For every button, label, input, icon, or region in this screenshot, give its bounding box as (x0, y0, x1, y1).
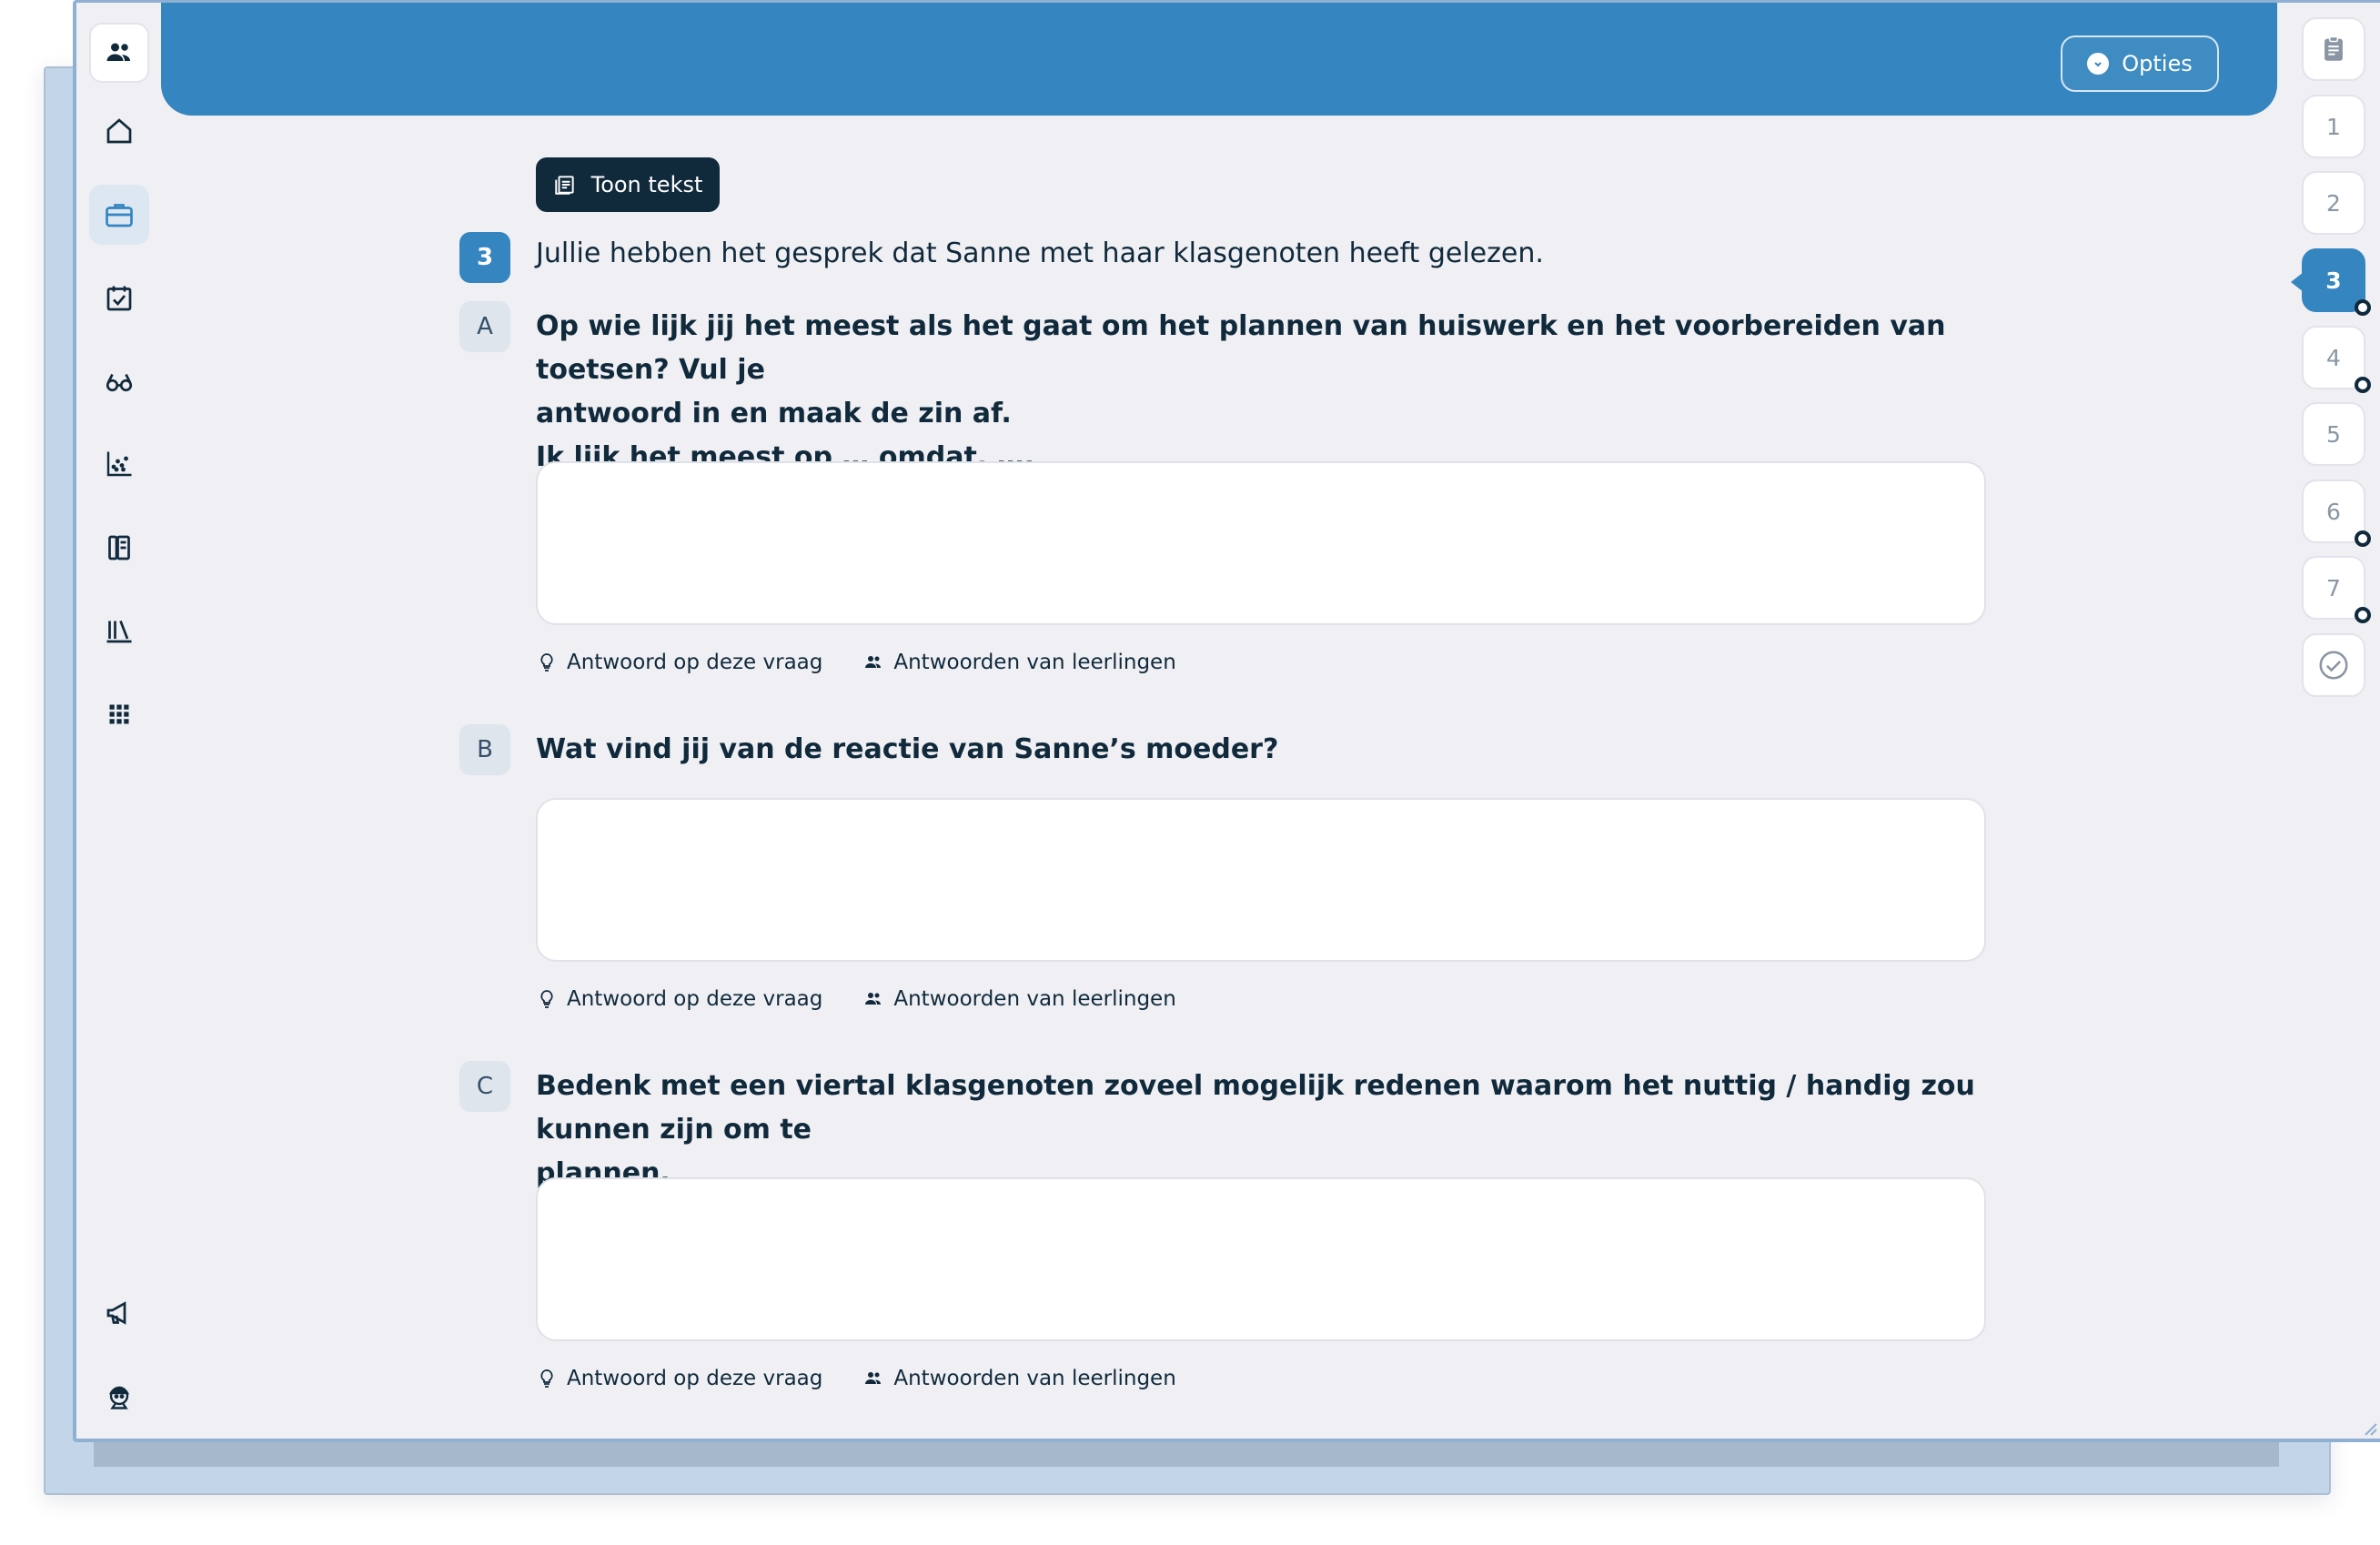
nav-label: 4 (2326, 344, 2341, 371)
model-answer-label: Antwoord op deze vraag (567, 1367, 823, 1390)
briefcase-button[interactable] (89, 185, 149, 245)
answer-input-b[interactable] (536, 798, 1986, 962)
lightbulb-icon (540, 653, 553, 672)
avatar-icon (109, 1386, 129, 1409)
nav-label: 7 (2326, 574, 2341, 601)
home-button[interactable] (89, 101, 149, 161)
library-icon (106, 621, 132, 643)
question-b-text: Wat vind jij van de reactie van Sanne’s … (536, 728, 1992, 772)
calendar-check-icon (106, 286, 132, 311)
nav-question-2[interactable]: 2 (2302, 171, 2365, 235)
model-answer-link[interactable]: Antwoord op deze vraag (536, 1367, 822, 1390)
people-icon (865, 656, 882, 668)
text-document-icon (554, 176, 574, 195)
briefcase-icon (106, 204, 133, 227)
glasses-button[interactable] (89, 351, 149, 411)
answer-input-c[interactable] (536, 1177, 1986, 1341)
apps-button[interactable] (89, 684, 149, 744)
lightbulb-icon (540, 990, 553, 1008)
question-b-links: Antwoord op deze vraag Antwoorden van le… (536, 987, 1176, 1011)
lightbulb-icon (540, 1369, 553, 1388)
nav-question-3[interactable]: 3 (2291, 248, 2371, 316)
question-c-text: Bedenk met een viertal klasgenoten zovee… (536, 1065, 1992, 1196)
glasses-icon (106, 373, 133, 392)
question-line: Op wie lijk jij het meest als het gaat o… (536, 310, 1946, 386)
library-button[interactable] (89, 601, 149, 661)
question-a-text: Op wie lijk jij het meest als het gaat o… (536, 305, 1992, 480)
megaphone-icon (106, 1301, 126, 1325)
nav-question-6[interactable]: 6 (2302, 480, 2371, 547)
exercise-number-badge: 3 (459, 232, 510, 283)
header-bar: Opties (161, 3, 2277, 116)
announcements-button[interactable] (89, 1283, 149, 1343)
nav-label: 1 (2326, 113, 2341, 140)
book-binder-icon (108, 535, 130, 560)
student-answers-link[interactable]: Antwoorden van leerlingen (862, 987, 1176, 1011)
question-letter: B (477, 736, 493, 763)
answered-marker (2355, 607, 2371, 623)
people-icon (865, 993, 882, 1005)
answer-input-a[interactable] (536, 461, 1986, 625)
exercise-number: 3 (476, 244, 494, 271)
student-answers-label: Antwoorden van leerlingen (893, 651, 1176, 674)
calendar-button[interactable] (89, 268, 149, 328)
results-button[interactable] (89, 434, 149, 494)
nav-label: 6 (2326, 498, 2341, 525)
nav-question-7[interactable]: 7 (2302, 556, 2371, 623)
scatter-chart-icon (106, 451, 132, 477)
people-icon (865, 1372, 882, 1384)
app-window: Opties 1 2 3 4 5 6 7 Toon tekst 3 Jullie… (73, 0, 2380, 1442)
question-line: Wat vind jij van de reactie van Sanne’s … (536, 733, 1279, 765)
nav-question-4[interactable]: 4 (2302, 326, 2371, 393)
check-circle-icon (2319, 651, 2348, 680)
student-answers-label: Antwoorden van leerlingen (893, 987, 1176, 1011)
model-answer-label: Antwoord op deze vraag (567, 651, 823, 674)
question-navigator: 1 2 3 4 5 6 7 (2291, 3, 2376, 1439)
question-c-badge: C (459, 1061, 510, 1112)
question-a-badge: A (459, 301, 510, 352)
people-icon (106, 43, 130, 61)
question-c-links: Antwoord op deze vraag Antwoorden van le… (536, 1367, 1176, 1390)
resize-handle-icon[interactable] (2362, 1420, 2378, 1437)
chevron-down-icon (2087, 53, 2110, 75)
finish-button[interactable] (2302, 633, 2365, 697)
nav-label: 3 (2325, 267, 2342, 294)
question-letter: C (476, 1073, 494, 1100)
show-text-button[interactable]: Toon tekst (536, 157, 720, 212)
student-answers-link[interactable]: Antwoorden van leerlingen (862, 651, 1176, 674)
question-b-badge: B (459, 724, 510, 775)
left-sidebar (76, 3, 164, 1439)
question-letter: A (477, 313, 493, 340)
binder-button[interactable] (89, 518, 149, 578)
nav-label: 2 (2326, 189, 2341, 217)
answered-marker (2355, 299, 2371, 316)
nav-question-1[interactable]: 1 (2302, 95, 2365, 158)
home-icon (106, 118, 132, 144)
answered-marker (2355, 377, 2371, 393)
options-button[interactable]: Opties (2061, 35, 2219, 92)
model-answer-link[interactable]: Antwoord op deze vraag (536, 651, 822, 674)
profile-button[interactable] (89, 1366, 149, 1426)
people-button[interactable] (89, 23, 149, 83)
nav-label: 5 (2326, 420, 2341, 448)
question-line: antwoord in en maak de zin af. (536, 398, 1012, 429)
clipboard-button[interactable] (2302, 17, 2365, 81)
model-answer-label: Antwoord op deze vraag (567, 987, 823, 1011)
apps-grid-icon (109, 704, 129, 724)
student-answers-label: Antwoorden van leerlingen (893, 1367, 1176, 1390)
question-line: Bedenk met een viertal klasgenoten zovee… (536, 1070, 1975, 1146)
options-label: Opties (2122, 51, 2193, 76)
answered-marker (2355, 530, 2371, 547)
exercise-intro: Jullie hebben het gesprek dat Sanne met … (536, 237, 1544, 269)
model-answer-link[interactable]: Antwoord op deze vraag (536, 987, 822, 1011)
question-a-links: Antwoord op deze vraag Antwoorden van le… (536, 651, 1176, 674)
clipboard-icon (2325, 35, 2343, 61)
nav-question-5[interactable]: 5 (2302, 402, 2365, 466)
show-text-label: Toon tekst (590, 172, 703, 197)
student-answers-link[interactable]: Antwoorden van leerlingen (862, 1367, 1176, 1390)
